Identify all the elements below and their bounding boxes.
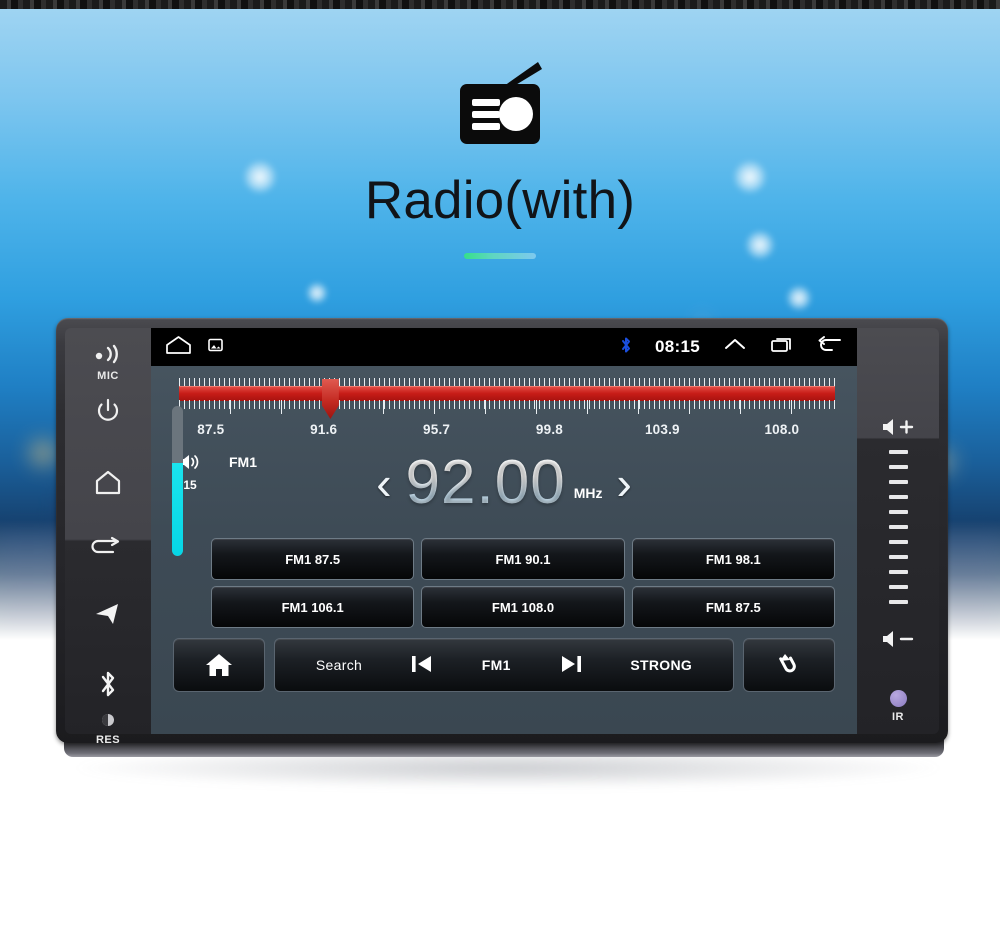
volume-down-button[interactable] [857, 628, 939, 655]
next-track-button[interactable] [557, 652, 585, 679]
volume-ladder-tick [888, 465, 908, 469]
dial-label: 99.8 [535, 422, 564, 437]
dial-label: 95.7 [423, 422, 451, 437]
volume-down-icon [883, 631, 914, 647]
home-icon [95, 470, 121, 495]
volume-ladder-tick [888, 495, 908, 499]
frequency-dial[interactable] [179, 378, 835, 420]
microphone-icon [95, 344, 118, 364]
frequency-unit: MHz [573, 485, 603, 501]
frequency-value: 92.00 [405, 448, 566, 517]
dial-label: 87.5 [197, 422, 225, 437]
dial-ticks-major [179, 400, 835, 414]
volume-up-button[interactable] [857, 416, 939, 443]
car-stereo-device: MIC RES 08:15 87.5 91.6 95.7 99.8 103.9 … [52, 318, 952, 788]
ir-label: IR [892, 711, 904, 723]
preset-button[interactable]: FM1 87.5 [631, 586, 835, 628]
radio-icon [446, 60, 554, 157]
right-bezel: IR [857, 328, 939, 734]
previous-track-icon [411, 655, 431, 672]
preset-button[interactable]: FM1 87.5 [211, 538, 415, 580]
preset-button[interactable]: FM1 90.1 [421, 538, 625, 580]
accent-divider [464, 252, 536, 259]
status-back-icon[interactable] [817, 335, 843, 359]
navigation-button[interactable] [65, 601, 151, 632]
dial-bar [179, 386, 835, 401]
volume-ladder-tick [888, 585, 908, 589]
radio-app: 87.5 91.6 95.7 99.8 103.9 108.0 15 FM1 ‹… [151, 366, 857, 734]
preset-button[interactable]: FM1 106.1 [211, 586, 415, 628]
back-curved-arrow-icon [779, 654, 796, 673]
band-control-button[interactable]: FM1 [482, 657, 511, 673]
dial-label: 103.9 [644, 422, 680, 437]
search-button[interactable]: Search [316, 657, 362, 673]
volume-ladder-tick [888, 540, 908, 544]
touchscreen: 08:15 87.5 91.6 95.7 99.8 103.9 108.0 15… [151, 328, 857, 734]
ir-receiver: IR [857, 690, 939, 723]
title-block: Radio(with) [0, 60, 1000, 259]
preset-grid: FM1 87.5 FM1 90.1 FM1 98.1 FM1 106.1 FM1 108… [211, 538, 835, 628]
volume-ladder-tick [888, 480, 908, 484]
reset-button[interactable]: RES [65, 712, 151, 746]
volume-up-icon [883, 419, 914, 435]
reset-label: RES [95, 734, 121, 746]
dial-scale-labels: 87.5 91.6 95.7 99.8 103.9 108.0 [171, 422, 835, 442]
frequency-row: 15 FM1 ‹ 92.00 MHz › [165, 450, 843, 532]
power-icon [97, 398, 119, 421]
bluetooth-button[interactable] [65, 669, 151, 704]
top-film-strip-edge [0, 0, 1000, 9]
previous-track-button[interactable] [408, 652, 436, 679]
android-status-bar: 08:15 [151, 328, 857, 366]
return-arrow-icon [91, 536, 120, 554]
control-bar: Search FM1 STRONG [173, 637, 835, 693]
preset-button[interactable]: FM1 98.1 [631, 538, 835, 580]
status-home-icon[interactable] [165, 335, 192, 360]
status-expand-icon[interactable] [723, 337, 747, 358]
next-track-icon [561, 655, 581, 672]
frequency-display: ‹ 92.00 MHz › [165, 452, 843, 514]
back-control-button[interactable] [743, 638, 835, 692]
volume-ladder-tick [888, 525, 908, 529]
frequency-prev-button[interactable]: ‹ [376, 460, 391, 506]
home-button[interactable] [65, 469, 151, 500]
volume-ladder-tick [888, 510, 908, 514]
status-recents-icon[interactable] [770, 336, 794, 359]
device-body: MIC RES 08:15 87.5 91.6 95.7 99.8 103.9 … [56, 318, 948, 746]
status-image-icon[interactable] [208, 338, 223, 357]
status-clock: 08:15 [655, 337, 700, 356]
volume-ladder [857, 450, 939, 604]
volume-slider-fill [172, 463, 183, 556]
volume-ladder-tick [888, 450, 908, 454]
band-label: FM1 [229, 454, 257, 470]
home-control-button[interactable] [173, 638, 265, 692]
dial-label: 91.6 [310, 422, 338, 437]
light-bokeh [786, 285, 812, 311]
return-button[interactable] [65, 536, 151, 565]
volume-ladder-tick [888, 555, 908, 559]
mic-button[interactable]: MIC [65, 344, 151, 382]
page-title: Radio(with) [364, 171, 636, 230]
navigation-arrow-icon [96, 604, 118, 624]
dial-label: 108.0 [764, 422, 800, 437]
status-bluetooth-icon [620, 336, 632, 359]
left-bezel: MIC RES [65, 328, 151, 746]
ir-dot [889, 690, 907, 707]
volume-ladder-tick [888, 570, 908, 574]
strong-button[interactable]: STRONG [630, 657, 692, 673]
mic-label: MIC [97, 370, 119, 382]
light-bokeh [306, 282, 328, 304]
reset-pinhole-icon [102, 714, 114, 726]
frequency-next-button[interactable]: › [616, 460, 631, 506]
power-button[interactable] [65, 398, 151, 429]
volume-slider[interactable] [172, 406, 183, 556]
preset-button[interactable]: FM1 108.0 [421, 586, 625, 628]
bluetooth-icon [101, 671, 115, 697]
home-filled-icon [206, 654, 232, 676]
volume-ladder-tick [888, 600, 908, 604]
tuning-control-group: Search FM1 STRONG [274, 638, 734, 692]
